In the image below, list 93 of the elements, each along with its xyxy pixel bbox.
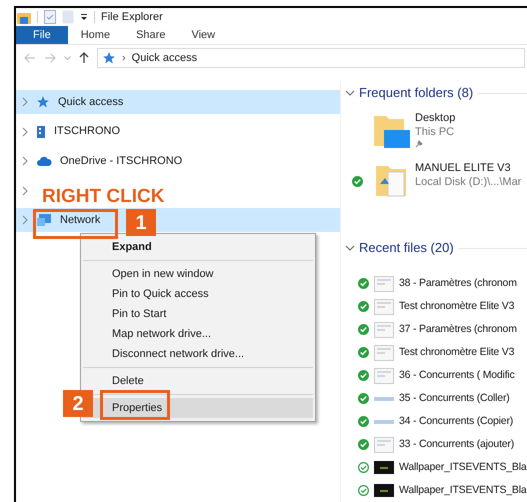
navigation-item[interactable]: OneDrive - ITSCHRONO (16, 149, 340, 173)
file-name: Test chronomètre Elite V3 (399, 298, 514, 314)
navigation-label: Network (60, 212, 100, 228)
menu-item[interactable]: Disconnect network drive... (83, 344, 313, 364)
file-thumbnail (374, 322, 394, 338)
navigation-item[interactable]: Quick access (16, 90, 340, 114)
folder-location: Local Disk (D:)\...\Mar (415, 175, 522, 189)
chevron-right-icon[interactable] (22, 186, 28, 196)
chevron-down-icon[interactable] (345, 245, 355, 251)
menu-item[interactable]: Pin to Start (83, 304, 313, 324)
check-outline-icon (358, 462, 369, 473)
menu-item[interactable]: Delete (83, 371, 313, 391)
check-circle-icon (358, 370, 369, 381)
forward-arrow-icon[interactable] (44, 53, 56, 64)
recent-file-row[interactable]: Wallpaper_ITSEVENTS_Bla (345, 479, 527, 502)
recent-file-row[interactable]: Wallpaper_ITSEVENTS_Bla (345, 456, 527, 479)
step-badge: 1 (126, 209, 156, 236)
recent-file-row[interactable]: 38 - Paramètres (chronom (345, 272, 527, 295)
file-thumbnail (374, 484, 394, 497)
menu-item[interactable]: Pin to Quick access (83, 284, 313, 304)
navigation-item[interactable]: ITSCHRONO (16, 120, 340, 144)
file-thumbnail (374, 276, 394, 292)
navigation-label: Quick access (58, 94, 124, 110)
path-separator: › (122, 50, 126, 66)
file-name: Wallpaper_ITSEVENTS_Bla (399, 482, 526, 498)
check-circle-icon (358, 324, 369, 335)
menu-item[interactable]: Properties (83, 398, 313, 418)
folder-icon[interactable] (17, 10, 31, 24)
window-title: File Explorer (101, 10, 163, 25)
folder-location: This PC (415, 125, 456, 139)
ribbon-tab[interactable]: View (178, 26, 228, 44)
menu-item[interactable]: Expand (83, 237, 313, 257)
chevron-right-icon[interactable] (22, 156, 28, 166)
folder-name: Desktop (415, 111, 456, 125)
address-field[interactable]: › Quick access (97, 48, 525, 68)
recent-file-row[interactable]: Test chronomètre Elite V3 (345, 341, 527, 364)
file-name: 34 - Concurrents (Copier) (399, 414, 514, 429)
check-circle-icon (358, 278, 369, 289)
building-icon (36, 124, 46, 138)
recent-file-row[interactable]: 33 - Concurrents (ajouter) (345, 433, 527, 456)
file-name: 37 - Paramètres (chronom (399, 322, 517, 337)
recent-file-row[interactable]: Test chronomètre Elite V3 (345, 295, 527, 318)
check-circle-icon (358, 416, 369, 427)
section-title[interactable]: Recent files (20) (359, 238, 454, 258)
check-circle-icon (358, 347, 369, 358)
file-thumbnail (374, 461, 394, 474)
chevron-right-icon[interactable] (22, 126, 28, 136)
recent-file-row[interactable]: 34 - Concurrents (Copier) (345, 410, 527, 433)
file-name: 36 - Concurrents ( Modific (399, 368, 515, 383)
check-outline-icon (358, 485, 369, 496)
network-icon (36, 213, 52, 227)
file-name: 38 - Paramètres (chronom (399, 276, 517, 291)
file-thumbnail (374, 436, 394, 452)
star-icon (102, 51, 116, 66)
section-title[interactable]: Frequent folders (8) (359, 83, 474, 103)
check-circle-icon (358, 439, 369, 450)
check-circle-icon (358, 393, 369, 404)
file-name: Test chronomètre Elite V3 (399, 344, 514, 360)
folder-name: MANUEL ELITE V3 (415, 161, 512, 175)
star-icon (36, 95, 50, 109)
cloud-icon (36, 156, 52, 166)
ribbon-tab[interactable]: Share (123, 26, 178, 44)
highlight-frame (100, 390, 170, 420)
file-thumbnail (374, 368, 394, 384)
recent-file-row[interactable]: 37 - Paramètres (chronom (345, 318, 527, 341)
checklist-icon[interactable] (44, 10, 56, 24)
folder-tile[interactable]: Desktop This PC (345, 109, 527, 153)
folder-tile[interactable]: MANUEL ELITE V3 Local Disk (D:)\...\Mar (345, 159, 527, 203)
file-name: Wallpaper_ITSEVENTS_Bla (399, 460, 526, 475)
file-thumbnail (374, 344, 394, 360)
menu-item[interactable]: Map network drive... (83, 324, 313, 344)
file-thumbnail (374, 396, 394, 400)
ribbon-tab[interactable]: Home (68, 26, 124, 44)
chevron-right-icon[interactable] (22, 97, 28, 107)
step-badge: 2 (63, 390, 93, 417)
file-name: 35 - Concurrents (Coller) (399, 390, 510, 406)
check-circle-icon (358, 301, 369, 312)
dropdown-icon[interactable] (80, 13, 88, 22)
file-name: 33 - Concurrents (ajouter) (399, 436, 514, 452)
recent-file-row[interactable]: 35 - Concurrents (Coller) (345, 387, 527, 410)
navigation-label: ITSCHRONO (54, 124, 120, 140)
up-arrow-icon[interactable] (79, 52, 89, 64)
recent-file-row[interactable]: 36 - Concurrents ( Modific (345, 364, 527, 387)
instruction-caption: RIGHT CLICK (42, 187, 164, 206)
menu-item[interactable]: Open in new window (83, 264, 313, 284)
file-thumbnail (374, 420, 394, 424)
navigation-label: OneDrive - ITSCHRONO (60, 154, 182, 169)
chevron-right-icon[interactable] (22, 215, 28, 225)
file-thumbnail (374, 298, 394, 314)
back-arrow-icon[interactable] (24, 53, 36, 64)
recent-dropdown-icon[interactable] (64, 56, 71, 60)
chevron-down-icon[interactable] (345, 90, 355, 96)
path-segment[interactable]: Quick access (132, 50, 198, 66)
